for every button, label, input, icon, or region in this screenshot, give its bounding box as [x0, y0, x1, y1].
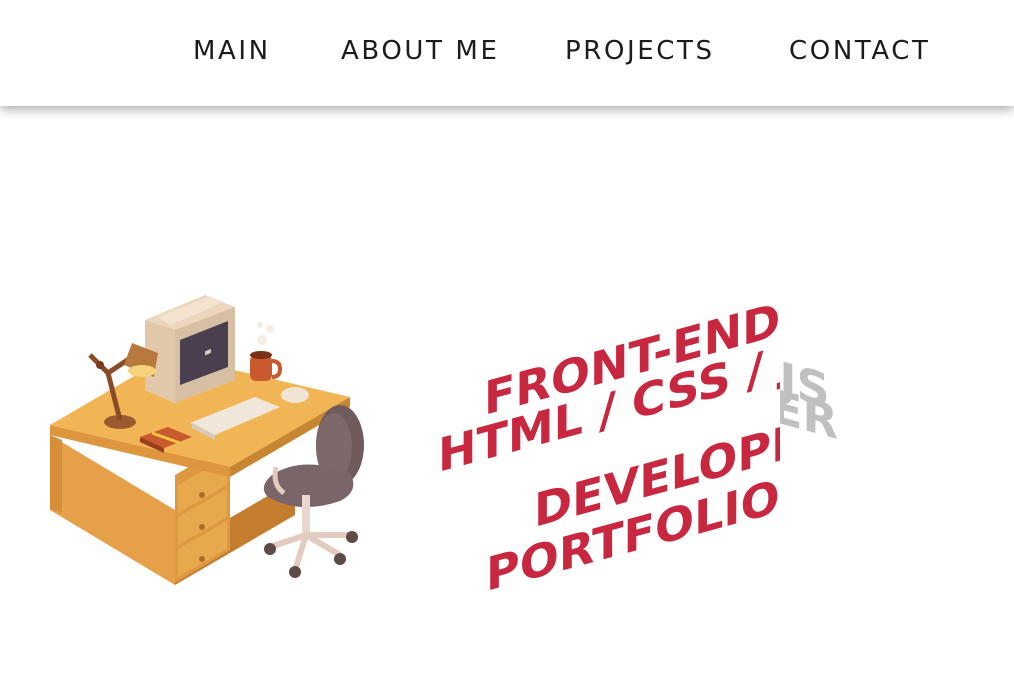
desk-illustration	[50, 295, 364, 585]
top-navbar: MAIN ABOUT ME PROJECTS CONTACT	[0, 0, 1014, 106]
nav-link-about-me[interactable]: ABOUT ME	[341, 36, 499, 66]
hero-title-front-face: FRONT-END HTML / CSS / JS DEVELOPER PORT…	[430, 280, 780, 610]
page: MAIN ABOUT ME PROJECTS CONTACT FRONT-END…	[0, 0, 1014, 695]
nav-link-projects[interactable]: PROJECTS	[565, 36, 715, 66]
nav-link-main[interactable]: MAIN	[193, 36, 271, 66]
nav-link-contact[interactable]: CONTACT	[789, 36, 931, 66]
hero-title-side-face: FRONT-END HTML / CSS / JS DEVELOPER PORT…	[780, 280, 1014, 610]
